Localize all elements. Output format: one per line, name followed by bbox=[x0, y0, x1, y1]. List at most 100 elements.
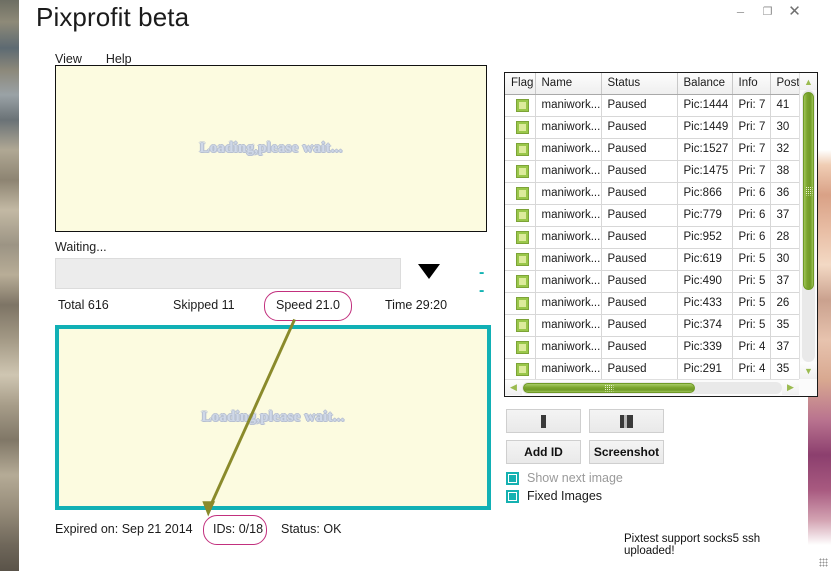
close-icon[interactable]: ✕ bbox=[781, 0, 808, 22]
accounts-table-panel: Flag Name Status Balance Info Poste mani… bbox=[504, 72, 818, 397]
stat-time: Time 29:20 bbox=[385, 298, 448, 312]
checkbox-checked-icon[interactable] bbox=[506, 489, 519, 503]
vertical-scroll-thumb[interactable] bbox=[803, 92, 814, 290]
table-row[interactable]: maniwork... Paused Pic:866 Pri: 6 36 bbox=[505, 182, 799, 205]
scroll-left-icon[interactable]: ◀ bbox=[505, 380, 522, 395]
checkbox-fixed-images[interactable]: Fixed Images bbox=[506, 489, 826, 503]
column-header-balance[interactable]: Balance bbox=[677, 73, 733, 95]
horizontal-scrollbar[interactable]: ◀ ▶ bbox=[505, 379, 799, 396]
cell-flag bbox=[505, 138, 536, 161]
triangle-down-icon[interactable] bbox=[418, 264, 440, 279]
table-row[interactable]: maniwork... Paused Pic:339 Pri: 4 37 bbox=[505, 336, 799, 359]
accounts-table-scrollarea[interactable]: Flag Name Status Balance Info Poste mani… bbox=[505, 73, 799, 379]
flag-green-icon bbox=[516, 208, 530, 222]
table-row[interactable]: maniwork... Paused Pic:779 Pri: 6 37 bbox=[505, 204, 799, 227]
expiry-label: Expired on: Sep 21 2014 bbox=[55, 522, 193, 536]
cell-posted: 37 bbox=[770, 336, 799, 359]
footer-row: Expired on: Sep 21 2014 IDs: 0/18 Status… bbox=[55, 515, 489, 545]
left-pane: Loading,please wait... Waiting... -- Tot… bbox=[37, 65, 491, 545]
table-row[interactable]: maniwork... Paused Pic:291 Pri: 4 35 bbox=[505, 358, 799, 379]
accounts-table-body: maniwork... Paused Pic:1444 Pri: 7 41 maniwor… bbox=[505, 94, 799, 379]
cell-info: Pri: 5 bbox=[732, 314, 771, 337]
cell-name: maniwork... bbox=[535, 314, 602, 337]
cell-balance: Pic:433 bbox=[677, 292, 733, 315]
column-header-info[interactable]: Info bbox=[732, 73, 771, 95]
cell-status: Paused bbox=[601, 292, 678, 315]
table-row[interactable]: maniwork... Paused Pic:619 Pri: 5 30 bbox=[505, 248, 799, 271]
menu-item-view[interactable]: View bbox=[55, 52, 82, 66]
screenshot-button[interactable]: Screenshot bbox=[589, 440, 664, 464]
cell-status: Paused bbox=[601, 160, 678, 183]
minimize-icon[interactable]: – bbox=[727, 0, 754, 22]
vertical-scroll-track[interactable] bbox=[802, 90, 815, 362]
table-row[interactable]: maniwork... Paused Pic:490 Pri: 5 37 bbox=[505, 270, 799, 293]
cell-name: maniwork... bbox=[535, 248, 602, 271]
column-header-posted[interactable]: Poste bbox=[770, 73, 799, 95]
table-row[interactable]: maniwork... Paused Pic:952 Pri: 6 28 bbox=[505, 226, 799, 249]
cell-balance: Pic:1449 bbox=[677, 116, 733, 139]
cell-name: maniwork... bbox=[535, 116, 602, 139]
vertical-scrollbar[interactable]: ▲ ▼ bbox=[799, 73, 817, 379]
cell-posted: 28 bbox=[770, 226, 799, 249]
scroll-up-icon[interactable]: ▲ bbox=[800, 73, 817, 90]
cell-balance: Pic:1475 bbox=[677, 160, 733, 183]
control-panel: Add ID Screenshot Show next image Fixed … bbox=[506, 409, 826, 503]
maximize-icon[interactable]: ❐ bbox=[754, 0, 781, 22]
preview-panel-top[interactable]: Loading,please wait... bbox=[55, 65, 487, 232]
pause-button[interactable] bbox=[589, 409, 664, 433]
menu-item-help[interactable]: Help bbox=[106, 52, 132, 66]
start-button[interactable] bbox=[506, 409, 581, 433]
table-row[interactable]: maniwork... Paused Pic:1444 Pri: 7 41 bbox=[505, 94, 799, 117]
flag-green-icon bbox=[516, 98, 530, 112]
pause-bars-icon bbox=[620, 414, 633, 428]
stat-skipped: Skipped 11 bbox=[173, 298, 235, 312]
add-id-button[interactable]: Add ID bbox=[506, 440, 581, 464]
cell-posted: 36 bbox=[770, 182, 799, 205]
scroll-down-icon[interactable]: ▼ bbox=[800, 362, 817, 379]
flag-green-icon bbox=[516, 120, 530, 134]
flag-green-icon bbox=[516, 142, 530, 156]
cell-status: Paused bbox=[601, 138, 678, 161]
cell-name: maniwork... bbox=[535, 358, 602, 379]
cell-flag bbox=[505, 204, 536, 227]
horizontal-scroll-thumb[interactable] bbox=[523, 383, 695, 393]
flag-green-icon bbox=[516, 252, 530, 266]
preview-bottom-loading-text: Loading,please wait... bbox=[201, 409, 345, 425]
checkbox-checked-icon[interactable] bbox=[506, 471, 519, 485]
cell-flag bbox=[505, 248, 536, 271]
table-row[interactable]: maniwork... Paused Pic:1475 Pri: 7 38 bbox=[505, 160, 799, 183]
table-row[interactable]: maniwork... Paused Pic:374 Pri: 5 35 bbox=[505, 314, 799, 337]
checkbox-show-next-image[interactable]: Show next image bbox=[506, 471, 826, 485]
cell-info: Pri: 5 bbox=[732, 292, 771, 315]
cell-status: Paused bbox=[601, 270, 678, 293]
cell-posted: 37 bbox=[770, 204, 799, 227]
cell-info: Pri: 7 bbox=[732, 160, 771, 183]
cell-posted: 35 bbox=[770, 358, 799, 379]
title-bar: Pixprofit beta – ❐ ✕ bbox=[19, 0, 808, 48]
flag-green-icon bbox=[516, 164, 530, 178]
stop-bar-icon bbox=[541, 414, 546, 428]
cell-name: maniwork... bbox=[535, 292, 602, 315]
table-row[interactable]: maniwork... Paused Pic:1449 Pri: 7 30 bbox=[505, 116, 799, 139]
cell-status: Paused bbox=[601, 358, 678, 379]
scrollbar-corner bbox=[799, 379, 817, 396]
cell-flag bbox=[505, 116, 536, 139]
cell-flag bbox=[505, 358, 536, 379]
application-window: Pixprofit beta – ❐ ✕ View Help Loading,p… bbox=[19, 0, 818, 571]
column-header-flag[interactable]: Flag bbox=[505, 73, 536, 95]
cell-posted: 26 bbox=[770, 292, 799, 315]
table-row[interactable]: maniwork... Paused Pic:433 Pri: 5 26 bbox=[505, 292, 799, 315]
ids-label: IDs: 0/18 bbox=[213, 522, 264, 536]
column-header-status[interactable]: Status bbox=[601, 73, 678, 95]
cell-balance: Pic:339 bbox=[677, 336, 733, 359]
column-header-name[interactable]: Name bbox=[535, 73, 602, 95]
icon-button-row bbox=[506, 409, 826, 433]
horizontal-scroll-track[interactable] bbox=[522, 382, 782, 394]
cell-name: maniwork... bbox=[535, 226, 602, 249]
cell-balance: Pic:490 bbox=[677, 270, 733, 293]
preview-panel-bottom[interactable]: Loading,please wait... bbox=[55, 318, 491, 517]
scroll-right-icon[interactable]: ▶ bbox=[782, 380, 799, 395]
cell-posted: 32 bbox=[770, 138, 799, 161]
table-row[interactable]: maniwork... Paused Pic:1527 Pri: 7 32 bbox=[505, 138, 799, 161]
cell-flag bbox=[505, 336, 536, 359]
